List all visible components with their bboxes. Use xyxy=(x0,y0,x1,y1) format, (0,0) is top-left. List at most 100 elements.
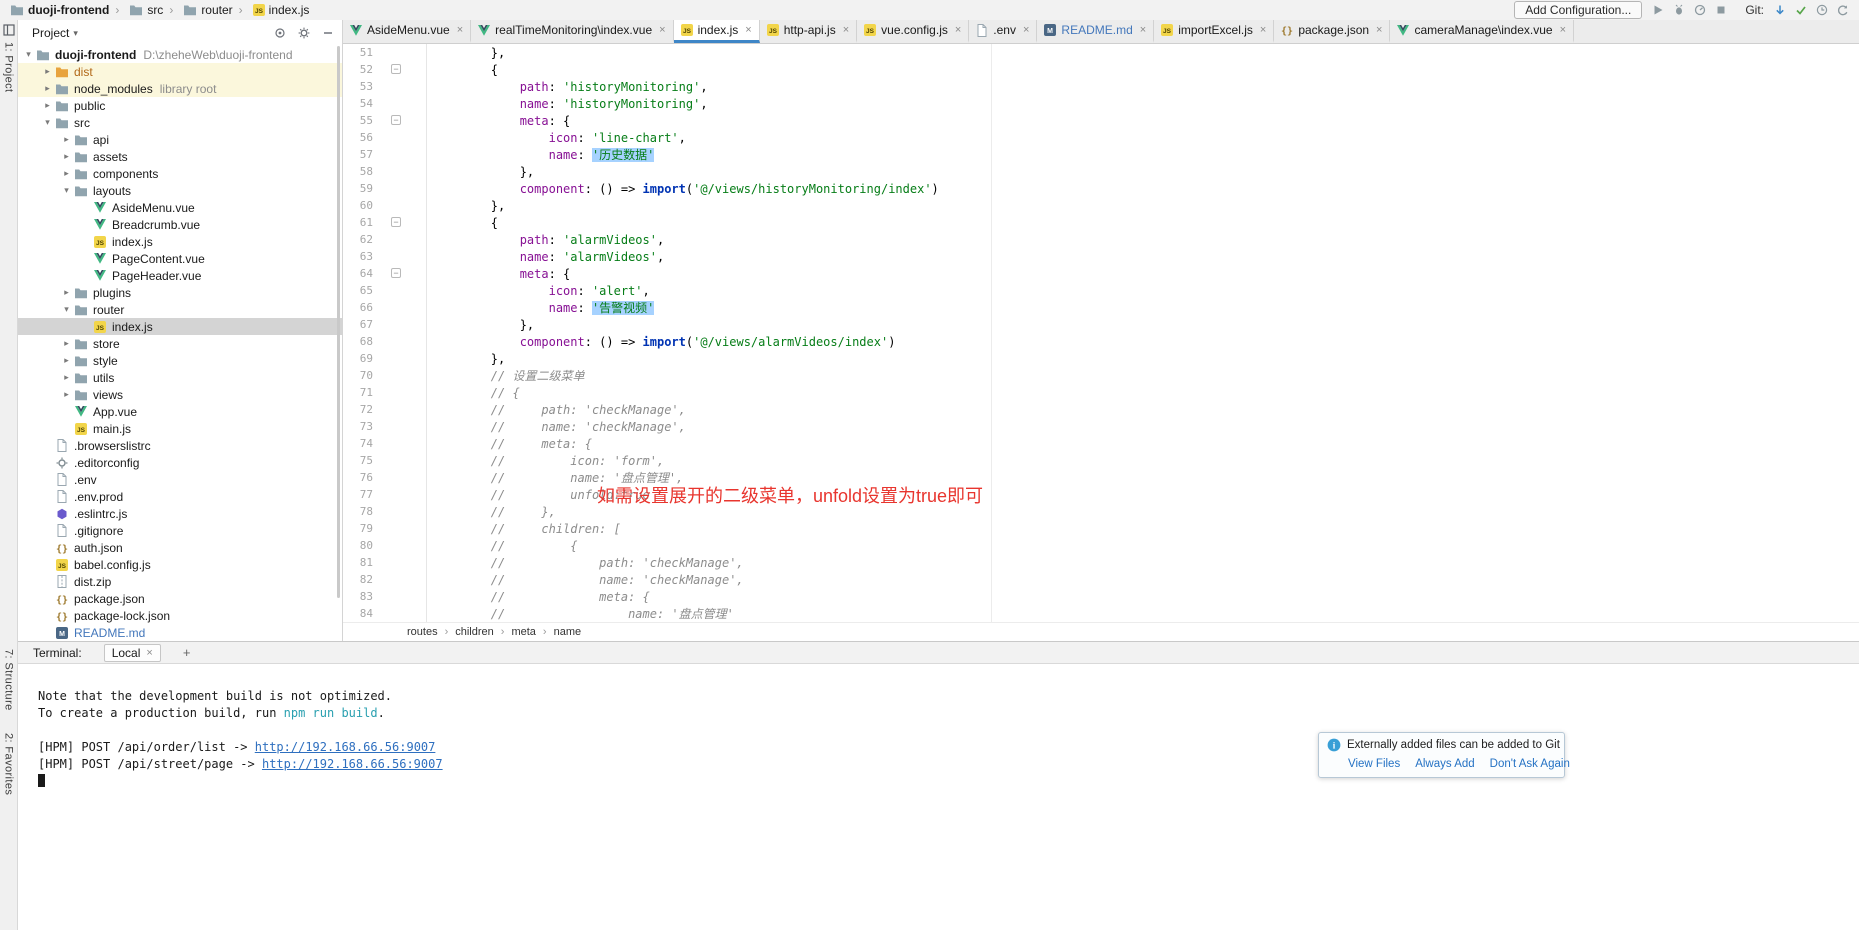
chevron-down-icon[interactable]: ▾ xyxy=(22,49,35,60)
code-line[interactable]: 78 // }, xyxy=(343,503,1859,520)
tree-item[interactable]: dist.zip xyxy=(18,573,342,590)
code-line[interactable]: 71 // { xyxy=(343,384,1859,401)
code-line[interactable]: 73 // name: 'checkManage', xyxy=(343,418,1859,435)
code-editor[interactable]: 51 },52− {53 path: 'historyMonitoring',5… xyxy=(343,44,1859,622)
code-line[interactable]: 53 path: 'historyMonitoring', xyxy=(343,78,1859,95)
chevron-down-icon[interactable]: ▾ xyxy=(73,28,78,39)
close-icon[interactable]: × xyxy=(745,24,751,36)
breadcrumb-item[interactable]: JSindex.js xyxy=(235,3,312,17)
chevron-right-icon[interactable]: ▸ xyxy=(60,168,73,179)
dont-ask-again-link[interactable]: Don't Ask Again xyxy=(1490,758,1570,770)
tree-item[interactable]: ▾src xyxy=(18,114,342,131)
tree-item[interactable]: JSbabel.config.js xyxy=(18,556,342,573)
code-line[interactable]: 65 icon: 'alert', xyxy=(343,282,1859,299)
editor-tab[interactable]: {}package.json× xyxy=(1274,20,1390,43)
editor-tab[interactable]: cameraManage\index.vue× xyxy=(1390,20,1574,43)
editor-tab[interactable]: JSindex.js× xyxy=(674,20,760,43)
code-line[interactable]: 62 path: 'alarmVideos', xyxy=(343,231,1859,248)
tool-stripe-favorites[interactable]: 2: Favorites xyxy=(3,733,15,795)
close-icon[interactable]: × xyxy=(1260,24,1266,36)
close-icon[interactable]: × xyxy=(955,24,961,36)
fold-marker-icon[interactable]: − xyxy=(391,268,401,278)
chevron-right-icon[interactable]: ▸ xyxy=(41,83,54,94)
tree-item[interactable]: ▸node_moduleslibrary root xyxy=(18,80,342,97)
tree-scrollbar[interactable] xyxy=(337,46,340,598)
tool-stripe-structure[interactable]: 7: Structure xyxy=(3,649,15,711)
code-line[interactable]: 76 // name: '盘点管理', xyxy=(343,469,1859,486)
code-line[interactable]: 54 name: 'historyMonitoring', xyxy=(343,95,1859,112)
tree-item[interactable]: Breadcrumb.vue xyxy=(18,216,342,233)
tree-item[interactable]: ▸dist xyxy=(18,63,342,80)
close-icon[interactable]: × xyxy=(659,24,665,36)
tree-item[interactable]: MREADME.md xyxy=(18,624,342,641)
code-line[interactable]: 57 name: '历史数据' xyxy=(343,146,1859,163)
tree-item[interactable]: .editorconfig xyxy=(18,454,342,471)
close-icon[interactable]: × xyxy=(843,24,849,36)
profiler-icon[interactable] xyxy=(1694,4,1706,16)
fold-marker-icon[interactable]: − xyxy=(391,115,401,125)
tree-item[interactable]: .eslintrc.js xyxy=(18,505,342,522)
chevron-right-icon[interactable]: ▸ xyxy=(41,100,54,111)
terminal-link[interactable]: http://192.168.66.56:9007 xyxy=(255,740,436,754)
tree-item[interactable]: ▸api xyxy=(18,131,342,148)
tool-window-icon[interactable] xyxy=(3,24,15,36)
code-line[interactable]: 83 // meta: { xyxy=(343,588,1859,605)
terminal-output[interactable]: Note that the development build is not o… xyxy=(18,664,1859,930)
editor-tab[interactable]: MREADME.md× xyxy=(1037,20,1154,43)
tree-item[interactable]: ▸style xyxy=(18,352,342,369)
editor-tab[interactable]: .env× xyxy=(969,20,1037,43)
code-line[interactable]: 77 // unfold:true xyxy=(343,486,1859,503)
tree-item[interactable]: PageHeader.vue xyxy=(18,267,342,284)
code-line[interactable]: 75 // icon: 'form', xyxy=(343,452,1859,469)
editor-tab[interactable]: AsideMenu.vue× xyxy=(343,20,471,43)
chevron-right-icon[interactable]: ▸ xyxy=(60,355,73,366)
terminal-link[interactable]: http://192.168.66.56:9007 xyxy=(262,757,443,771)
tree-item[interactable]: {}package-lock.json xyxy=(18,607,342,624)
code-line[interactable]: 55− meta: { xyxy=(343,112,1859,129)
chevron-right-icon[interactable]: ▸ xyxy=(60,151,73,162)
tree-item[interactable]: ▸store xyxy=(18,335,342,352)
add-tab-icon[interactable]: + xyxy=(183,645,191,660)
close-icon[interactable]: × xyxy=(457,24,463,36)
code-line[interactable]: 69 }, xyxy=(343,350,1859,367)
tree-item[interactable]: JSmain.js xyxy=(18,420,342,437)
chevron-right-icon[interactable]: ▸ xyxy=(60,372,73,383)
commit-icon[interactable] xyxy=(1795,4,1807,16)
update-icon[interactable] xyxy=(1774,4,1786,16)
chevron-down-icon[interactable]: ▾ xyxy=(60,304,73,315)
editor-breadcrumb-item[interactable]: children xyxy=(438,626,494,638)
close-icon[interactable]: × xyxy=(1560,24,1566,36)
editor-tab[interactable]: realTimeMonitoring\index.vue× xyxy=(471,20,673,43)
tree-item[interactable]: ▸assets xyxy=(18,148,342,165)
chevron-right-icon[interactable]: ▸ xyxy=(60,134,73,145)
tree-item[interactable]: PageContent.vue xyxy=(18,250,342,267)
chevron-right-icon[interactable]: ▸ xyxy=(60,287,73,298)
breadcrumb-item[interactable]: duoji-frontend xyxy=(8,3,111,17)
editor-breadcrumb-item[interactable]: meta xyxy=(494,626,536,638)
code-line[interactable]: 81 // path: 'checkManage', xyxy=(343,554,1859,571)
fold-marker-icon[interactable]: − xyxy=(391,217,401,227)
tree-item[interactable]: JSindex.js xyxy=(18,318,342,335)
rollback-icon[interactable] xyxy=(1837,4,1849,16)
chevron-right-icon[interactable]: ▸ xyxy=(60,338,73,349)
settings-icon[interactable] xyxy=(298,27,310,39)
history-icon[interactable] xyxy=(1816,4,1828,16)
close-icon[interactable]: × xyxy=(1023,24,1029,36)
tree-item[interactable]: ▾router xyxy=(18,301,342,318)
fold-marker-icon[interactable]: − xyxy=(391,64,401,74)
tree-item[interactable]: ▸plugins xyxy=(18,284,342,301)
editor-tab[interactable]: JShttp-api.js× xyxy=(760,20,857,43)
tree-item[interactable]: {}auth.json xyxy=(18,539,342,556)
code-line[interactable]: 79 // children: [ xyxy=(343,520,1859,537)
close-icon[interactable]: × xyxy=(1140,24,1146,36)
code-line[interactable]: 68 component: () => import('@/views/alar… xyxy=(343,333,1859,350)
code-line[interactable]: 61− { xyxy=(343,214,1859,231)
stop-icon[interactable] xyxy=(1715,4,1727,16)
tree-item[interactable]: .gitignore xyxy=(18,522,342,539)
tree-item[interactable]: .env xyxy=(18,471,342,488)
code-line[interactable]: 52− { xyxy=(343,61,1859,78)
add-configuration-button[interactable]: Add Configuration... xyxy=(1514,1,1642,19)
close-icon[interactable]: × xyxy=(1376,24,1382,36)
code-line[interactable]: 80 // { xyxy=(343,537,1859,554)
editor-breadcrumb-item[interactable]: routes xyxy=(407,626,438,638)
